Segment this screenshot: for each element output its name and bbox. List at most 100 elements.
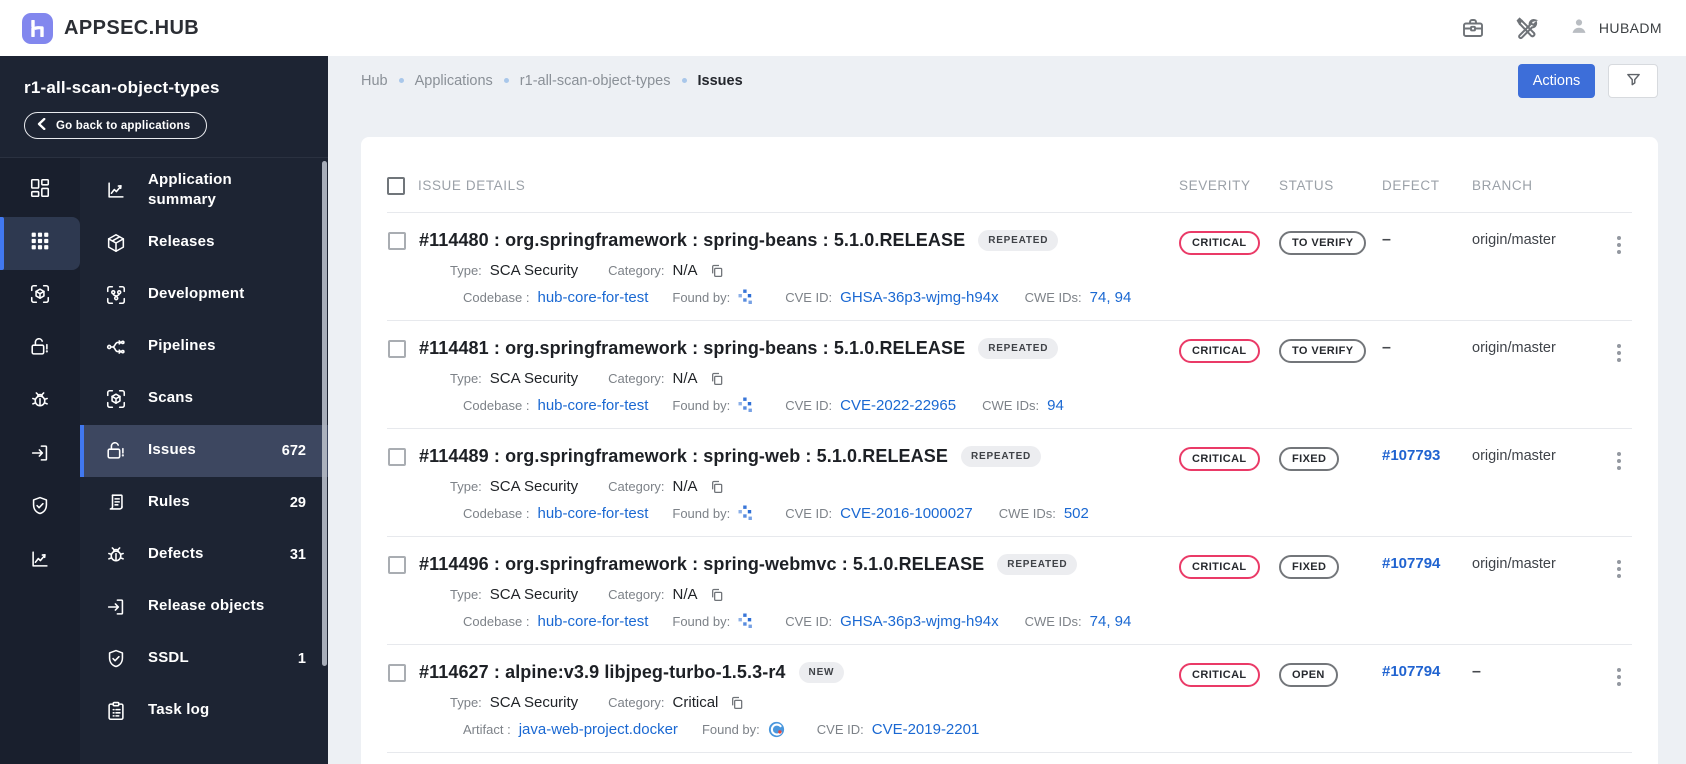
dependency-scanner-icon <box>738 289 753 306</box>
sidebar-item-development[interactable]: Development <box>80 269 328 321</box>
sidebar-item-issues[interactable]: Issues 672 <box>80 424 328 477</box>
copy-icon[interactable] <box>709 479 725 495</box>
sidebar-item-count: 1 <box>297 650 306 667</box>
filter-button[interactable] <box>1608 63 1658 98</box>
sidebar-item-release-objects[interactable]: Release objects <box>80 581 328 633</box>
appsec-hub-logo-icon <box>22 12 53 44</box>
app-logo[interactable]: APPSEC.HUB <box>22 12 199 44</box>
dependency-scanner-icon <box>738 505 753 522</box>
row-menu-icon[interactable] <box>1606 233 1632 257</box>
sidebar-item-label: Rules <box>148 493 190 511</box>
rail-exit-icon[interactable] <box>0 429 80 482</box>
type-value: SCA Security <box>489 370 579 387</box>
column-issue-details: ISSUE DETAILS <box>418 178 526 193</box>
tools-icon[interactable] <box>1514 15 1540 41</box>
copy-icon[interactable] <box>709 587 725 603</box>
cwe-links[interactable]: 94 <box>1047 397 1064 414</box>
row-menu-icon[interactable] <box>1606 449 1632 473</box>
source-link[interactable]: hub-core-for-test <box>538 505 649 522</box>
issue-checkbox[interactable] <box>388 663 406 682</box>
sidebar-item-task-log[interactable]: Task log <box>80 685 328 737</box>
sidebar-item-pipelines[interactable]: Pipelines <box>80 321 328 373</box>
cve-link[interactable]: CVE-2022-22965 <box>840 397 956 414</box>
sidebar-item-count: 31 <box>289 546 306 563</box>
rail-scan-cube-icon[interactable] <box>0 270 80 323</box>
copy-icon[interactable] <box>709 371 725 387</box>
found-by-label: Found by: <box>672 614 731 629</box>
icon-rail <box>0 158 80 764</box>
sidebar-item-label: Issues <box>148 441 196 459</box>
sidebar-item-application-summary[interactable]: Application summary <box>80 164 328 217</box>
issue-badge: REPEATED <box>978 230 1059 251</box>
copy-icon[interactable] <box>729 695 745 711</box>
issue-checkbox[interactable] <box>388 447 406 466</box>
issue-title[interactable]: #114627 : alpine:v3.9 libjpeg-turbo-1.5.… <box>419 662 786 683</box>
status-badge: FIXED <box>1279 447 1340 471</box>
rail-shield-check-icon[interactable] <box>0 482 80 535</box>
row-menu-icon[interactable] <box>1606 341 1632 365</box>
package-icon <box>104 232 128 254</box>
rail-chart-line-icon[interactable] <box>0 535 80 588</box>
cwe-label: CWE IDs: <box>1024 614 1082 629</box>
sidebar-item-releases[interactable]: Releases <box>80 217 328 269</box>
shield-check-icon <box>104 648 128 670</box>
source-link[interactable]: hub-core-for-test <box>538 613 649 630</box>
source-label: Artifact : <box>463 722 511 737</box>
pipelines-icon <box>104 336 128 358</box>
copy-icon[interactable] <box>709 263 725 279</box>
category-label: Category: <box>608 263 665 278</box>
type-label: Type: <box>450 371 482 386</box>
sidebar-item-defects[interactable]: Defects 31 <box>80 529 328 581</box>
issue-checkbox[interactable] <box>388 339 406 358</box>
sidebar-item-label: Pipelines <box>148 337 216 355</box>
actions-button[interactable]: Actions <box>1518 63 1595 98</box>
source-link[interactable]: java-web-project.docker <box>519 721 678 738</box>
breadcrumb-item[interactable]: Hub <box>361 73 388 89</box>
sidebar-item-label: Task log <box>148 701 210 719</box>
cve-link[interactable]: CVE-2019-2201 <box>872 721 980 738</box>
issue-title[interactable]: #114496 : org.springframework : spring-w… <box>419 554 984 575</box>
toolbox-icon[interactable] <box>1460 15 1486 41</box>
issue-title[interactable]: #114489 : org.springframework : spring-w… <box>419 446 948 467</box>
cwe-links[interactable]: 74, 94 <box>1090 289 1132 306</box>
row-menu-icon[interactable] <box>1606 557 1632 581</box>
cwe-links[interactable]: 502 <box>1064 505 1089 522</box>
cve-link[interactable]: CVE-2016-1000027 <box>840 505 973 522</box>
breadcrumb-item[interactable]: r1-all-scan-object-types <box>520 73 671 89</box>
issue-checkbox[interactable] <box>388 555 406 574</box>
rail-lock-alert-icon[interactable] <box>0 323 80 376</box>
breadcrumb-item[interactable]: Applications <box>415 73 493 89</box>
defect-cell[interactable]: #107793 <box>1382 446 1472 465</box>
issue-title[interactable]: #114480 : org.springframework : spring-b… <box>419 230 965 251</box>
cve-label: CVE ID: <box>785 614 833 629</box>
sidebar-item-ssdl[interactable]: SSDL 1 <box>80 633 328 685</box>
cve-link[interactable]: GHSA-36p3-wjmg-h94x <box>840 613 998 630</box>
rail-dashboard-icon[interactable] <box>0 164 80 217</box>
severity-badge: CRITICAL <box>1179 447 1260 471</box>
select-all-checkbox[interactable] <box>387 176 405 195</box>
defect-cell[interactable]: #107794 <box>1382 662 1472 681</box>
category-value: Critical <box>672 694 719 711</box>
top-bar: APPSEC.HUB HUBADM <box>0 0 1686 56</box>
breadcrumb-dot <box>681 78 687 83</box>
branch-value: – <box>1472 663 1481 680</box>
rail-apps-grid-icon[interactable] <box>0 217 80 270</box>
source-link[interactable]: hub-core-for-test <box>538 397 649 414</box>
issue-checkbox[interactable] <box>388 231 406 250</box>
source-label: Codebase : <box>463 398 530 413</box>
user-menu[interactable]: HUBADM <box>1568 15 1662 42</box>
defect-cell[interactable]: #107794 <box>1382 554 1472 573</box>
sidebar-item-rules[interactable]: Rules 29 <box>80 477 328 529</box>
cwe-label: CWE IDs: <box>982 398 1040 413</box>
cve-link[interactable]: GHSA-36p3-wjmg-h94x <box>840 289 998 306</box>
source-link[interactable]: hub-core-for-test <box>538 289 649 306</box>
issue-title[interactable]: #114481 : org.springframework : spring-b… <box>419 338 965 359</box>
sidebar-scrollbar[interactable] <box>322 161 327 666</box>
cwe-label: CWE IDs: <box>998 506 1056 521</box>
go-back-button[interactable]: Go back to applications <box>24 112 208 139</box>
bug-icon <box>104 544 128 566</box>
cwe-links[interactable]: 74, 94 <box>1090 613 1132 630</box>
row-menu-icon[interactable] <box>1606 665 1632 689</box>
sidebar-item-scans[interactable]: Scans <box>80 373 328 425</box>
rail-bug-icon[interactable] <box>0 376 80 429</box>
